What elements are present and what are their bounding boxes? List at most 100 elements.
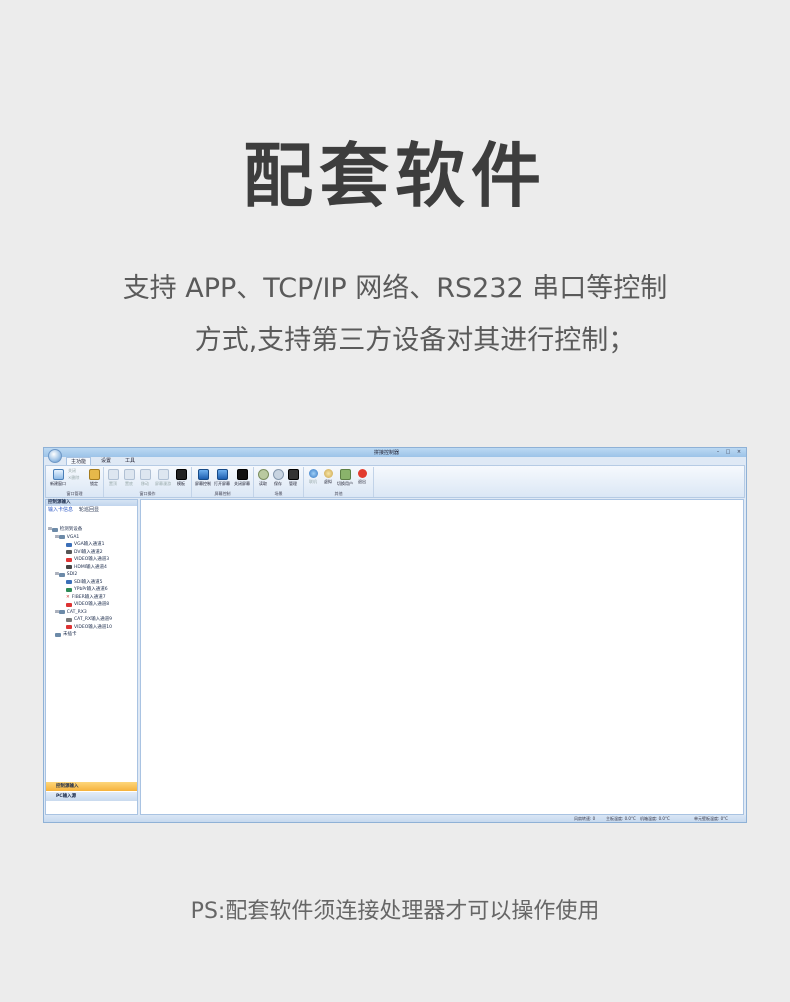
card-icon: [58, 535, 65, 540]
case-temperature: 机箱温度: 0.0°C: [640, 816, 670, 821]
ribbon-group-label: 窗口管理: [66, 491, 83, 496]
card-icon: [58, 610, 65, 615]
bring-to-top-button[interactable]: 置顶: [106, 469, 120, 487]
board-temperature: 主板温度: 0.0°C: [606, 816, 636, 821]
ribbon-group-label: 窗口操作: [139, 491, 156, 496]
fan-speed: 风扇转速: 0: [574, 816, 596, 821]
tree-node[interactable]: 未插卡: [48, 631, 112, 639]
save-icon: [272, 469, 284, 480]
unit-temperature: 单元壁板温度: 0°C: [694, 816, 728, 821]
screen-roam-button[interactable]: 屏幕漫游: [154, 469, 172, 487]
ribbon-group-window-operation: 置顶 置底 移动 屏幕漫游 模板 窗口操作: [104, 467, 192, 497]
open-screen-button[interactable]: 打开屏幕: [213, 469, 231, 487]
delete-window-button[interactable]: ✕删除: [68, 475, 86, 481]
ribbon-group-window-management: 新建窗口 关闭 ✕删除 锁定 窗口管理: [46, 467, 104, 497]
app-orb-button[interactable]: [48, 449, 62, 463]
card-icon: [58, 572, 65, 577]
manage-scene-button[interactable]: 管理: [286, 469, 300, 487]
device-tree: ⊟ 检测到设备 ⊟ VGA1 VGA输入通道1 DVI输入通道2 VIDEO输入通道…: [48, 526, 112, 639]
ribbon-tabs: 主功能 设置 工具: [66, 457, 139, 466]
tab-settings[interactable]: 设置: [97, 457, 115, 465]
tree-node[interactable]: ⊟ CAT_RX3: [48, 609, 112, 617]
move-icon: [139, 469, 151, 480]
close-screen-button[interactable]: 关闭屏幕: [232, 469, 252, 487]
new-window-icon: [52, 469, 64, 480]
tree-node[interactable]: SDI输入通道5: [48, 579, 112, 587]
status-bar: 风扇转速: 0 主板温度: 0.0°C 机箱温度: 0.0°C 单元壁板温度: …: [44, 815, 746, 822]
page-title: 配套软件: [243, 135, 547, 217]
new-window-button[interactable]: 新建窗口: [48, 469, 68, 487]
exit-button[interactable]: 退出: [355, 469, 369, 485]
vga-icon: [66, 542, 72, 547]
tree-node[interactable]: ⊟ 检测到设备: [48, 526, 112, 534]
ribbon-group-scene: 读取 保存 管理 场景: [254, 467, 304, 497]
tree-node[interactable]: HDMI输入通道4: [48, 564, 112, 572]
virtual-icon: [323, 469, 333, 478]
user-icon: [339, 469, 351, 480]
tree-node[interactable]: ⊟ VGA1: [48, 534, 112, 542]
video-icon: [66, 602, 72, 607]
globe-icon: [308, 469, 318, 478]
lock-button[interactable]: 锁定: [87, 469, 101, 487]
tree-node[interactable]: VIDEO输入通道10: [48, 624, 112, 632]
ribbon-group-screen-control: 屏幕控制 打开屏幕 关闭屏幕 屏幕控制: [192, 467, 254, 497]
monitor-off-icon: [236, 469, 248, 480]
window-titlebar: 拼接控制器 – □ ×: [44, 448, 746, 457]
tree-node[interactable]: VIDEO输入通道3: [48, 556, 112, 564]
ribbon-toolbar: 新建窗口 关闭 ✕删除 锁定 窗口管理 置顶 置底 移动 屏幕漫游 模板 窗口操…: [45, 465, 745, 498]
close-window-button[interactable]: 关闭: [68, 468, 86, 474]
load-scene-button[interactable]: 读取: [256, 469, 270, 487]
monitor-on-icon: [216, 469, 228, 480]
tree-node[interactable]: ✕ FIBER输入通道7: [48, 594, 112, 602]
sdi-icon: [66, 580, 72, 585]
ribbon-group-other: 联机 虚拟 切换用户 退出 其他: [304, 467, 374, 497]
ypbpr-icon: [66, 587, 72, 592]
video-icon: [66, 625, 72, 630]
close-icon[interactable]: ×: [735, 449, 743, 455]
input-source-panel: 控制源输入 输入卡信息 轮巡回显 ⊟ 检测到设备 ⊟ VGA1 VGA输入通道1 D…: [45, 499, 138, 815]
panel-subtabs: 输入卡信息 轮巡回显: [46, 506, 137, 514]
video-icon: [66, 557, 72, 562]
connect-button[interactable]: 联机: [306, 469, 320, 485]
canvas-area[interactable]: [140, 499, 744, 815]
bring-front-icon: [107, 469, 119, 480]
tree-node[interactable]: DVI输入通道2: [48, 549, 112, 557]
maximize-icon[interactable]: □: [724, 449, 732, 455]
nav-control-source-input[interactable]: 控制源输入: [46, 782, 137, 791]
monitor-icon: [197, 469, 209, 480]
minimize-icon[interactable]: –: [714, 449, 722, 455]
tab-polling-echo[interactable]: 轮巡回显: [79, 506, 99, 514]
tree-node[interactable]: YPbPr输入通道6: [48, 586, 112, 594]
tab-tools[interactable]: 工具: [121, 457, 139, 465]
tree-node[interactable]: VIDEO输入通道8: [48, 601, 112, 609]
cat-icon: [66, 617, 72, 622]
switch-user-button[interactable]: 切换用户: [336, 469, 354, 487]
exit-icon: [357, 469, 367, 478]
ribbon-group-label: 场景: [274, 491, 283, 496]
virtual-button[interactable]: 虚拟: [321, 469, 335, 485]
tree-node[interactable]: VGA输入通道1: [48, 541, 112, 549]
move-button[interactable]: 移动: [138, 469, 152, 487]
play-icon: [175, 469, 187, 480]
template-button[interactable]: 模板: [174, 469, 188, 487]
tree-node[interactable]: ⊟ SDI2: [48, 571, 112, 579]
window-title: 拼接控制器: [374, 450, 400, 456]
device-icon: [51, 527, 58, 532]
screen-control-button[interactable]: 屏幕控制: [194, 469, 212, 487]
tree-node[interactable]: CAT_RX输入通道9: [48, 616, 112, 624]
tab-input-card-info[interactable]: 输入卡信息: [48, 506, 73, 514]
lock-icon: [88, 469, 100, 480]
description-line-2: 方式,支持第三方设备对其进行控制；: [194, 325, 636, 356]
description-line-1: 支持 APP、TCP/IP 网络、RS232 串口等控制: [122, 273, 668, 304]
card-icon: [55, 632, 61, 637]
camera-icon: [287, 469, 299, 480]
load-icon: [257, 469, 269, 480]
nav-pc-input-source[interactable]: PC输入源: [46, 792, 137, 801]
software-screenshot-window: 拼接控制器 – □ × 主功能 设置 工具 新建窗口 关闭 ✕删除 锁定 窗口管…: [43, 447, 747, 823]
ps-note: PS:配套软件须连接处理器才可以操作使用: [190, 899, 600, 924]
send-to-bottom-button[interactable]: 置底: [122, 469, 136, 487]
fiber-icon: ✕: [66, 594, 70, 600]
save-scene-button[interactable]: 保存: [271, 469, 285, 487]
send-back-icon: [123, 469, 135, 480]
hdmi-icon: [66, 565, 72, 570]
